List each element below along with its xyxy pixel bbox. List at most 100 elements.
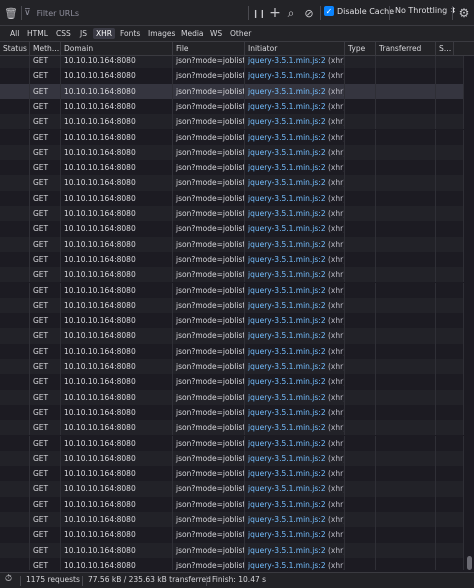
initiator-link[interactable]: jquery-3.5.1.min.js:2 (248, 133, 326, 142)
type-filter-js[interactable]: JS (77, 28, 90, 39)
add-request-blocking-icon[interactable]: + (267, 5, 283, 21)
table-row[interactable]: GET 10.10.10.164:8080 json?mode=joblist jqu… (0, 374, 464, 390)
initiator-link[interactable]: jquery-3.5.1.min.js:2 (248, 209, 326, 218)
table-row[interactable]: GET 10.10.10.164:8080 json?mode=joblist jqu… (0, 83, 464, 99)
table-row[interactable]: GET 10.10.10.164:8080 json?mode=joblist jqu… (0, 557, 464, 570)
initiator-link[interactable]: jquery-3.5.1.min.js:2 (248, 469, 326, 478)
initiator-link[interactable]: jquery-3.5.1.min.js:2 (248, 362, 326, 371)
table-row[interactable]: GET 10.10.10.164:8080 json?mode=joblist jqu… (0, 404, 464, 421)
initiator-link[interactable]: jquery-3.5.1.min.js:2 (248, 240, 326, 249)
initiator-link[interactable]: jquery-3.5.1.min.js:2 (248, 484, 326, 493)
initiator-link[interactable]: jquery-3.5.1.min.js:2 (248, 439, 326, 448)
initiator-link[interactable]: jquery-3.5.1.min.js:2 (248, 178, 326, 187)
filter-urls-input[interactable] (34, 7, 229, 19)
type-filter-images[interactable]: Images (145, 28, 178, 39)
table-row[interactable]: GET 10.10.10.164:8080 json?mode=joblist jqu… (0, 542, 464, 558)
table-row[interactable]: GET 10.10.10.164:8080 json?mode=joblist jqu… (0, 496, 464, 512)
initiator-link[interactable]: jquery-3.5.1.min.js:2 (248, 423, 326, 432)
type-filter-css[interactable]: CSS (53, 28, 74, 39)
table-row[interactable]: GET 10.10.10.164:8080 json?mode=joblist jqu… (0, 527, 464, 543)
initiator-link[interactable]: jquery-3.5.1.min.js:2 (248, 270, 326, 279)
column-header-transferred[interactable]: Transferred (376, 42, 436, 55)
initiator-link[interactable]: jquery-3.5.1.min.js:2 (248, 316, 326, 325)
table-row[interactable]: GET 10.10.10.164:8080 json?mode=joblist jqu… (0, 481, 464, 497)
table-row[interactable]: GET 10.10.10.164:8080 json?mode=joblist jqu… (0, 129, 464, 145)
table-row[interactable]: GET 10.10.10.164:8080 json?mode=joblist jqu… (0, 343, 464, 359)
table-row[interactable]: GET 10.10.10.164:8080 json?mode=joblist jqu… (0, 313, 464, 329)
initiator-link[interactable]: jquery-3.5.1.min.js:2 (248, 148, 326, 157)
table-row[interactable]: GET 10.10.10.164:8080 json?mode=joblist jqu… (0, 221, 464, 237)
table-row[interactable]: GET 10.10.10.164:8080 json?mode=joblist jqu… (0, 56, 464, 69)
type-filter-xhr[interactable]: XHR (93, 28, 115, 39)
pause-icon[interactable]: ❙❙ (251, 5, 267, 21)
initiator-link[interactable]: jquery-3.5.1.min.js:2 (248, 408, 326, 417)
initiator-link[interactable]: jquery-3.5.1.min.js:2 (248, 163, 326, 172)
initiator-link[interactable]: jquery-3.5.1.min.js:2 (248, 561, 326, 570)
initiator-link[interactable]: jquery-3.5.1.min.js:2 (248, 515, 326, 524)
table-row[interactable]: GET 10.10.10.164:8080 json?mode=joblist jqu… (0, 450, 464, 467)
type-filter-html[interactable]: HTML (24, 28, 51, 39)
initiator-link[interactable]: jquery-3.5.1.min.js:2 (248, 546, 326, 555)
table-row[interactable]: GET 10.10.10.164:8080 json?mode=joblist jqu… (0, 328, 464, 344)
status-divider (82, 576, 83, 586)
throttling-dropdown[interactable]: No Throttling ⬍ (395, 6, 457, 15)
table-row[interactable]: GET 10.10.10.164:8080 json?mode=joblist jqu… (0, 297, 464, 314)
table-row[interactable]: GET 10.10.10.164:8080 json?mode=joblist jqu… (0, 389, 464, 405)
table-row[interactable]: GET 10.10.10.164:8080 json?mode=joblist jqu… (0, 206, 464, 222)
initiator-link[interactable]: jquery-3.5.1.min.js:2 (248, 255, 326, 264)
column-header-domain[interactable]: Domain (61, 42, 173, 55)
table-row[interactable]: GET 10.10.10.164:8080 json?mode=joblist jqu… (0, 282, 464, 298)
table-row[interactable]: GET 10.10.10.164:8080 json?mode=joblist jqu… (0, 160, 464, 176)
scrollbar-track[interactable] (465, 56, 474, 570)
column-header-size[interactable]: S… (436, 42, 454, 55)
initiator-link[interactable]: jquery-3.5.1.min.js:2 (248, 301, 326, 310)
table-row[interactable]: GET 10.10.10.164:8080 json?mode=joblist jqu… (0, 512, 464, 528)
type-filter-all[interactable]: All (7, 28, 22, 39)
scrollbar-thumb[interactable] (467, 556, 472, 570)
table-row[interactable]: GET 10.10.10.164:8080 json?mode=joblist jqu… (0, 251, 464, 268)
initiator-link[interactable]: jquery-3.5.1.min.js:2 (248, 393, 326, 402)
type-filter-media[interactable]: Media (178, 28, 207, 39)
table-row[interactable]: GET 10.10.10.164:8080 json?mode=joblist jqu… (0, 236, 464, 252)
initiator-link[interactable]: jquery-3.5.1.min.js:2 (248, 530, 326, 539)
initiator-link[interactable]: jquery-3.5.1.min.js:2 (248, 56, 326, 65)
block-icon[interactable]: ⊘ (301, 5, 317, 21)
table-row[interactable]: GET 10.10.10.164:8080 json?mode=joblist jqu… (0, 144, 464, 161)
checkbox-checked-icon[interactable]: ✓ (324, 6, 334, 16)
initiator-link[interactable]: jquery-3.5.1.min.js:2 (248, 102, 326, 111)
type-filter-ws[interactable]: WS (207, 28, 225, 39)
initiator-link[interactable]: jquery-3.5.1.min.js:2 (248, 71, 326, 80)
column-header-file[interactable]: File (173, 42, 245, 55)
table-row[interactable]: GET 10.10.10.164:8080 json?mode=joblist jqu… (0, 466, 464, 482)
initiator-link[interactable]: jquery-3.5.1.min.js:2 (248, 87, 326, 96)
initiator-link[interactable]: jquery-3.5.1.min.js:2 (248, 500, 326, 509)
initiator-link[interactable]: jquery-3.5.1.min.js:2 (248, 224, 326, 233)
table-row[interactable]: GET 10.10.10.164:8080 json?mode=joblist jqu… (0, 359, 464, 375)
column-header-type[interactable]: Type (345, 42, 376, 55)
table-row[interactable]: GET 10.10.10.164:8080 json?mode=joblist jqu… (0, 68, 464, 84)
table-row[interactable]: GET 10.10.10.164:8080 json?mode=joblist jqu… (0, 267, 464, 283)
initiator-link[interactable]: jquery-3.5.1.min.js:2 (248, 347, 326, 356)
type-filter-fonts[interactable]: Fonts (117, 28, 143, 39)
column-header-status[interactable]: Status (0, 42, 30, 55)
trash-icon[interactable]: 🗑 (3, 5, 19, 21)
initiator-link[interactable]: jquery-3.5.1.min.js:2 (248, 454, 326, 463)
column-header-initiator[interactable]: Initiator (245, 42, 345, 55)
disable-cache-toggle[interactable]: ✓ Disable Cache (324, 6, 394, 16)
table-row[interactable]: GET 10.10.10.164:8080 json?mode=joblist jqu… (0, 420, 464, 436)
type-filter-other[interactable]: Other (227, 28, 254, 39)
initiator-link[interactable]: jquery-3.5.1.min.js:2 (248, 377, 326, 386)
initiator-link[interactable]: jquery-3.5.1.min.js:2 (248, 194, 326, 203)
transferred-cell (376, 297, 436, 314)
initiator-link[interactable]: jquery-3.5.1.min.js:2 (248, 286, 326, 295)
search-icon[interactable]: ⌕ (283, 5, 299, 21)
table-row[interactable]: GET 10.10.10.164:8080 json?mode=joblist jqu… (0, 190, 464, 206)
initiator-link[interactable]: jquery-3.5.1.min.js:2 (248, 117, 326, 126)
initiator-link[interactable]: jquery-3.5.1.min.js:2 (248, 331, 326, 340)
column-header-method[interactable]: Meth… (30, 42, 61, 55)
table-row[interactable]: GET 10.10.10.164:8080 json?mode=joblist jqu… (0, 98, 464, 115)
table-row[interactable]: GET 10.10.10.164:8080 json?mode=joblist jqu… (0, 175, 464, 191)
table-row[interactable]: GET 10.10.10.164:8080 json?mode=joblist jqu… (0, 114, 464, 130)
table-row[interactable]: GET 10.10.10.164:8080 json?mode=joblist jqu… (0, 435, 464, 451)
gear-icon[interactable]: ⚙ (456, 5, 472, 21)
